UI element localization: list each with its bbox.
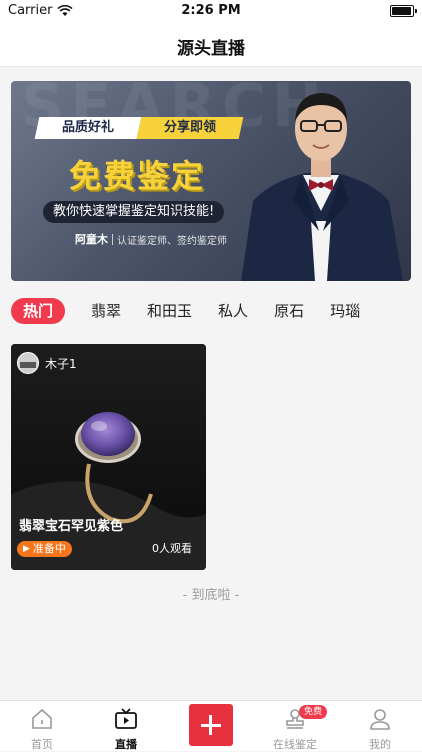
tabbar-home[interactable]: 首页: [0, 701, 84, 751]
card-title: 翡翠宝石罕见紫色: [19, 519, 124, 534]
home-icon: [32, 708, 52, 729]
live-room-card[interactable]: 木子1 翡翠宝石罕见紫色 ▶ 准备中 0人观看: [11, 344, 206, 570]
end-of-list-text: - 到底啦 -: [182, 588, 240, 603]
status-badge: ▶ 准备中: [17, 541, 72, 557]
tabbar-live[interactable]: 直播: [84, 701, 168, 751]
card-username: 木子1: [45, 356, 77, 371]
banner-tag-row: 品质好礼 分享即领: [34, 117, 244, 139]
clock: 2:26 PM: [181, 3, 241, 18]
nav-bar: 源头直播: [0, 22, 422, 67]
viewer-count: 0人观看: [152, 542, 192, 555]
ring-thumbnail: [11, 344, 206, 570]
banner-slogan: 教你快速掌握鉴定知识技能!: [43, 201, 225, 223]
promo-banner[interactable]: SEARCH 品质好礼 分享即领 免费鉴定 教你快速掌握鉴定知识技能! 阿童木: [11, 81, 411, 281]
author-title: 认证鉴定师、签约鉴定师: [117, 235, 227, 247]
banner-headline: 免费鉴定: [69, 157, 206, 195]
banner-tag-share: 分享即领: [136, 117, 244, 139]
start-live-button[interactable]: [189, 704, 233, 746]
author-divider: [112, 233, 113, 245]
card-user: 木子1: [17, 352, 77, 374]
tab-agate[interactable]: 玛瑙: [330, 298, 360, 324]
battery-icon: [390, 5, 417, 17]
profile-icon: [370, 709, 390, 730]
status-bar: Carrier 2:26 PM: [0, 0, 422, 22]
tab-hetian-jade[interactable]: 和田玉: [147, 298, 192, 324]
tab-hot[interactable]: 热门: [11, 298, 66, 324]
banner-tag-quality: 品质好礼: [34, 117, 142, 139]
banner-author: 阿童木 认证鉴定师、签约鉴定师: [75, 231, 227, 247]
author-name: 阿童木: [75, 233, 108, 246]
tabbar-profile[interactable]: 我的: [338, 701, 422, 751]
play-icon: ▶: [23, 544, 30, 554]
tab-raw-stone[interactable]: 原石: [274, 298, 304, 324]
free-badge: 免费: [299, 705, 328, 719]
tab-jadeite[interactable]: 翡翠: [91, 298, 121, 324]
appraiser-portrait: [241, 93, 403, 281]
page-title: 源头直播: [177, 39, 245, 59]
tab-private[interactable]: 私人: [218, 298, 248, 324]
category-tabs: 热门 翡翠 和田玉 私人 原石 玛瑙: [11, 298, 386, 324]
live-tv-icon: [115, 708, 137, 729]
avatar: [17, 352, 39, 374]
status-label: 准备中: [32, 542, 66, 555]
